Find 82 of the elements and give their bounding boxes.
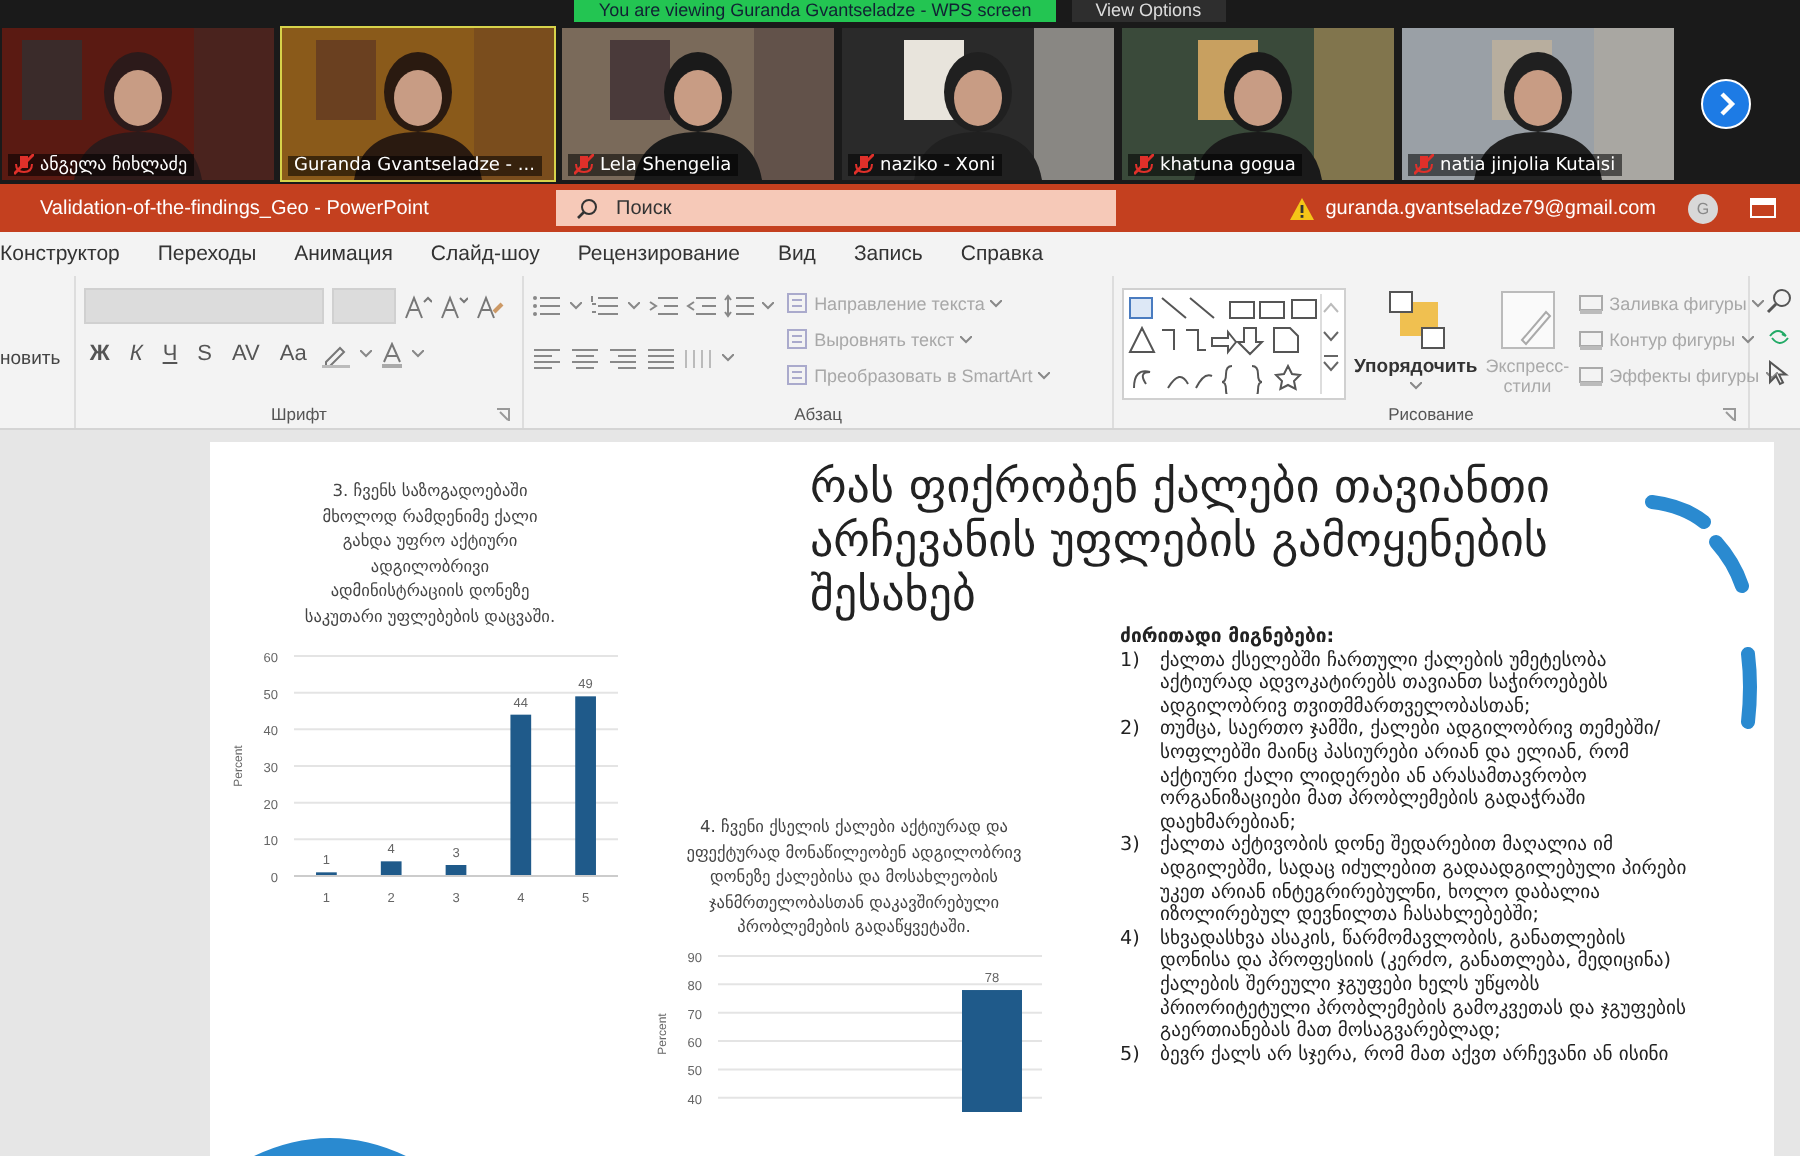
finding-text: თუმცა, საერთო ჯამში, ქალები ადგილობრივ თემებში/სოფლებში მაინც პასიურები არიან და ელიან, რომ აქტიური ქალი ლიდერები ან არასამთავრობო ორგანიზაციები მათ პრობლემების გადაჭრაში დაეხმარებიან; — [1160, 718, 1663, 834]
arrange-button[interactable]: Упорядочить — [1353, 288, 1478, 400]
video-tile[interactable]: khatuna gogua — [1120, 26, 1396, 182]
format-button[interactable]: К — [123, 342, 149, 366]
group-label: Рисование — [1388, 404, 1474, 424]
justify-icon[interactable] — [646, 346, 677, 370]
finding-text: ბევრ ქალს არ სჯერა, რომ მათ აქვთ არჩევანი ან ისინი — [1160, 1043, 1671, 1067]
group-label: Абзац — [794, 404, 842, 424]
format-button[interactable]: AV — [226, 342, 266, 366]
video-tile[interactable]: Lela Shengelia — [560, 26, 836, 182]
video-tile[interactable]: Guranda Gvantseladze - ... — [280, 26, 556, 182]
slide-title: რას ფიქრობენ ქალები თავიანთი არჩევანის უფლების გამოყენების შესახებ — [810, 462, 1552, 624]
line-spacing-icon[interactable] — [724, 294, 755, 318]
increase-font-icon[interactable] — [403, 293, 432, 319]
columns-icon[interactable] — [684, 346, 715, 370]
video-tile[interactable]: naziko - Xoni — [840, 26, 1116, 182]
ribbon-tab[interactable]: Вид — [777, 242, 816, 266]
view-options-button[interactable]: View Options — [1071, 0, 1226, 22]
ribbon-display-icon[interactable] — [1750, 198, 1776, 218]
video-tile[interactable]: natia jinjolia Kutaisi — [1400, 26, 1676, 182]
list-number: 2) — [1120, 718, 1142, 745]
brush-icon — [1497, 288, 1558, 352]
decrease-indent-icon[interactable] — [648, 294, 679, 318]
list-number: 3) — [1120, 834, 1142, 861]
align-text-icon — [786, 328, 809, 350]
format-button[interactable]: Aa — [273, 342, 313, 366]
finding-text: სხვადასხვა ასაკის, წარმომავლობის, განათლების დონისა და პროფესიის (კერძო, განათლება, მედიცინა) ქალების შერეული ჯგუფები ხელს უწყობს პრიორიტეტული პრობლემების გამოკვეთას და ჯგუფების გაერთიანებას მათ მოსაგვარებლად; — [1160, 927, 1689, 1044]
align-left-icon[interactable] — [532, 346, 563, 370]
warning-icon — [1289, 197, 1314, 219]
increase-indent-icon[interactable] — [686, 294, 717, 318]
smartart-icon — [786, 364, 809, 386]
format-button[interactable]: S — [191, 342, 218, 366]
bullets-icon[interactable] — [532, 294, 563, 318]
format-button[interactable]: Ч — [156, 342, 184, 366]
replace-icon[interactable] — [1765, 324, 1792, 350]
ribbon-tab[interactable]: Запись — [853, 242, 923, 266]
numbering-icon[interactable] — [590, 294, 621, 318]
ribbon-tab[interactable]: Переходы — [157, 242, 257, 266]
chart-title: 4. ჩვენი ქსელის ქალები აქტიურად და ეფექტურად მონაწილეობენ ადგილობრივ დონეზე ქალებისა და მოსახლეობის ჯანმრთელობასთან დაკავშირებული პრობლემების გადაწყვეტაში. — [684, 814, 1024, 939]
viewing-banner: You are viewing Guranda Gvantseladze - WPS screen — [574, 0, 1056, 22]
participant-name: naziko - Xoni — [880, 155, 996, 175]
ribbon-tab[interactable]: Рецензирование — [577, 242, 740, 266]
list-number: 4) — [1120, 927, 1142, 954]
search-icon — [576, 198, 598, 220]
shapes-gallery-drawing[interactable] — [1127, 294, 1320, 394]
clear-formatting-icon[interactable] — [475, 293, 504, 319]
window-title: Validation-of-the-findings_Geo - PowerPoint — [38, 197, 431, 219]
list-number: 1) — [1120, 649, 1142, 676]
bar — [962, 989, 1022, 1111]
dialog-launcher-icon[interactable] — [496, 407, 511, 421]
group-label: Шрифт — [270, 404, 327, 424]
effects-icon — [1577, 364, 1604, 386]
ribbon-tab[interactable]: Справка — [960, 242, 1044, 266]
participant-name: ანგელა ჩიხლაძე — [40, 155, 188, 175]
ribbon-tab[interactable]: Анимация — [294, 242, 393, 266]
next-page-button[interactable] — [1700, 78, 1752, 130]
participant-name: khatuna gogua — [1160, 155, 1296, 175]
outline-icon — [1577, 328, 1604, 350]
align-center-icon[interactable] — [570, 346, 601, 370]
findings-heading: ძირითადი მიგნებები: — [1120, 626, 1337, 650]
highlighter-icon[interactable] — [320, 341, 353, 367]
align-right-icon[interactable] — [608, 346, 639, 370]
finding-text: ქალთა ქსელებში ჩართული ქალების უმეტესობა აქტიურად ადვოკატირებს თავიანთ საჭიროებებს ადგილობრივ თვითმმართველობასთან; — [1160, 649, 1610, 718]
ribbon-command[interactable]: новить — [0, 347, 66, 369]
list-number: 5) — [1120, 1043, 1142, 1067]
dialog-launcher-icon[interactable] — [1721, 407, 1736, 421]
bar — [445, 865, 467, 876]
format-button[interactable]: Ж — [83, 342, 116, 366]
search-field[interactable]: Поиск — [556, 190, 1116, 226]
decrease-font-icon[interactable] — [439, 293, 468, 319]
account-email[interactable]: guranda.gvantseladze79@gmail.com — [1325, 197, 1656, 219]
ribbon-tab[interactable]: Слайд-шоу — [430, 242, 540, 266]
participant-name: Guranda Gvantseladze - ... — [294, 156, 536, 176]
search-icon[interactable] — [1765, 288, 1792, 314]
participant-name: natia jinjolia Kutaisi — [1440, 155, 1616, 175]
font-color-icon[interactable] — [380, 341, 405, 367]
pointer-icon[interactable] — [1765, 360, 1792, 386]
participant-name: Lela Shengelia — [600, 155, 732, 175]
video-tile[interactable]: ანგელა ჩიხლაძე — [0, 26, 276, 182]
chart-title: 3. ჩვენს საზოგადოებაში მხოლოდ რამდენიმე ქალი გახდა უფრო აქტიური ადგილობრივი ადმინისტრაციის დონეზე საკუთარი უფლებების დაცვაში. — [302, 478, 558, 628]
finding-text: ქალთა აქტივობის დონე შედარებით მაღალია იმ ადგილებში, სადაც იძულებით გადაადგილებული პირები უკეთ არიან ინტეგრირებულნი, ხოლო დაბალია იზოლირებულ დევნილთა ჩასახლებებში; — [1160, 834, 1689, 928]
ribbon-tab[interactable]: Конструктор — [0, 242, 120, 266]
